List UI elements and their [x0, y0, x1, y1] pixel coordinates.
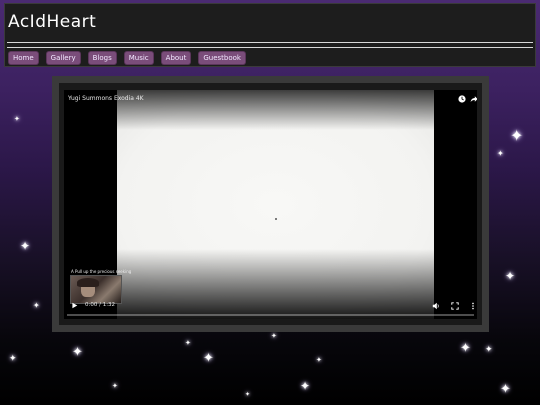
sparkle-star: ✦ — [497, 149, 504, 158]
sparkle-star: ✦ — [245, 391, 251, 398]
share-icon[interactable] — [469, 94, 477, 103]
video-controls: 0:00 / 1:32 — [64, 295, 477, 319]
video-player-container: Yugi Summons Exodia 4K A Pull up the pre… — [59, 83, 482, 325]
sparkle-star: ✦ — [72, 345, 83, 360]
sparkle-star: ✦ — [505, 269, 516, 283]
loading-dot — [275, 218, 277, 220]
sparkle-star: ✦ — [300, 379, 311, 393]
sparkle-star: ✦ — [460, 341, 471, 356]
video-player-frame: Yugi Summons Exodia 4K A Pull up the pre… — [52, 76, 489, 332]
header-divider — [7, 47, 533, 48]
header-divider — [7, 42, 533, 43]
sparkle-star: ✦ — [500, 382, 511, 397]
fullscreen-icon[interactable] — [450, 301, 459, 310]
nav-guestbook[interactable]: Guestbook — [199, 52, 245, 64]
nav-blogs[interactable]: Blogs — [88, 52, 116, 64]
sparkle-star: ✦ — [20, 239, 31, 253]
sparkle-star: ✦ — [14, 115, 20, 123]
sparkle-star: ✦ — [203, 351, 214, 366]
sparkle-star: ✦ — [510, 126, 524, 145]
nav-gallery[interactable]: Gallery — [46, 52, 80, 64]
embedded-video[interactable]: Yugi Summons Exodia 4K A Pull up the pre… — [64, 90, 477, 319]
sparkle-star: ✦ — [271, 332, 277, 340]
video-time: 0:00 / 1:32 — [85, 302, 116, 308]
volume-icon[interactable] — [431, 301, 440, 310]
sparkle-star: ✦ — [33, 301, 40, 310]
thumbnail-figure-hair — [77, 278, 99, 287]
more-vertical-icon[interactable] — [468, 301, 477, 310]
site-header: AcIdHeart Home Gallery Blogs Music About… — [4, 3, 536, 67]
sparkle-star: ✦ — [185, 339, 191, 347]
video-title[interactable]: Yugi Summons Exodia 4K — [68, 95, 144, 102]
nav-home[interactable]: Home — [9, 52, 38, 64]
progress-bar[interactable] — [67, 314, 474, 316]
site-title[interactable]: AcIdHeart — [8, 12, 96, 32]
sparkle-star: ✦ — [485, 345, 493, 355]
sparkle-star: ✦ — [316, 356, 322, 364]
nav-music[interactable]: Music — [124, 52, 153, 64]
thumbnail-caption: A Pull up the precious seeking — [71, 269, 132, 274]
main-nav: Home Gallery Blogs Music About Guestbook — [9, 52, 245, 64]
sparkle-star: ✦ — [112, 382, 118, 390]
nav-about[interactable]: About — [161, 52, 191, 64]
clock-icon[interactable] — [457, 94, 466, 103]
play-icon[interactable] — [70, 301, 79, 310]
sparkle-star: ✦ — [9, 354, 17, 364]
